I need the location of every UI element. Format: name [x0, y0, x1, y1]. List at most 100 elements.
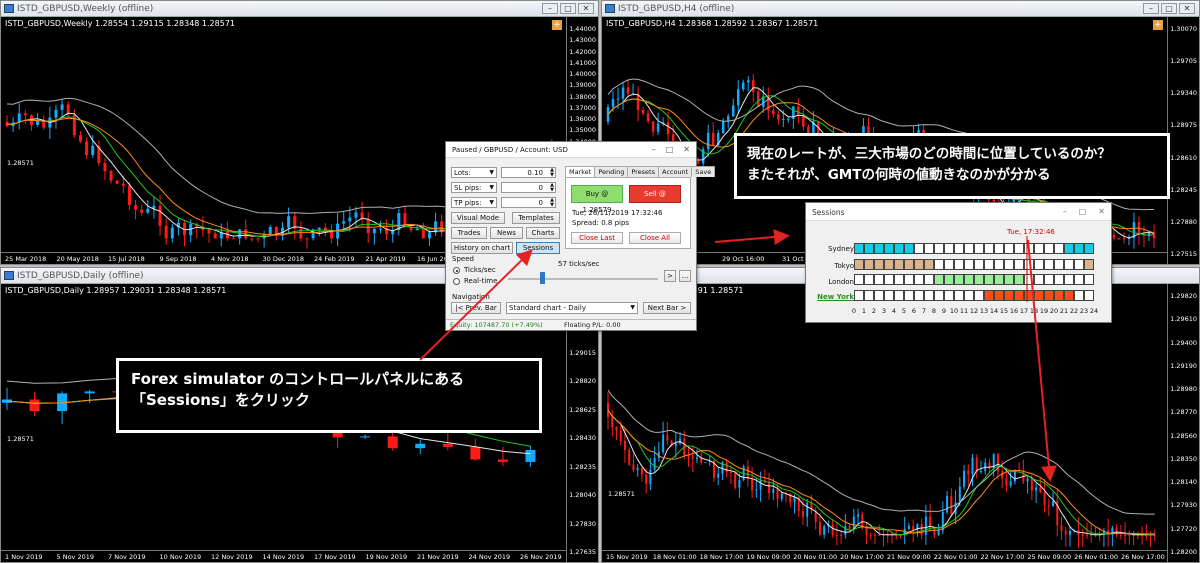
- weekly-chart-titlebar[interactable]: ISTD_GBPUSD,Weekly (offline) – ▢ ✕: [1, 1, 598, 17]
- session-cell: [1074, 274, 1084, 285]
- play-button[interactable]: >: [664, 270, 676, 282]
- maximize-button[interactable]: □: [1079, 207, 1087, 216]
- tp-pips-input[interactable]: 0 ▲ ▼: [501, 197, 556, 208]
- candle-body: [1081, 534, 1084, 536]
- ticks-per-sec-value: 57 ticks/sec: [558, 260, 600, 268]
- candle-body: [127, 185, 131, 206]
- simulator-control-panel[interactable]: Paused / GBPUSD / Account: USD – □ ✕ Lots:…: [445, 141, 716, 331]
- candle-body: [738, 480, 741, 488]
- session-cell: [854, 274, 864, 285]
- close-button[interactable]: ✕: [1179, 3, 1195, 14]
- add-icon[interactable]: +: [552, 20, 562, 30]
- h4-chart-titlebar[interactable]: ISTD_GBPUSD,H4 (offline) – ▢ ✕: [602, 1, 1199, 17]
- candle-body: [741, 82, 745, 90]
- sessions-button[interactable]: Sessions: [516, 242, 560, 254]
- session-cell: [1074, 258, 1084, 270]
- lots-input[interactable]: 0.10 ▲ ▼: [501, 167, 556, 178]
- price-tick: 1.27515: [1170, 250, 1197, 258]
- sessions-titlebar[interactable]: Sessions – □ ✕: [806, 203, 1111, 221]
- candle-body: [342, 221, 346, 224]
- maximize-button[interactable]: □: [666, 145, 674, 154]
- candle-body: [415, 228, 419, 231]
- minimize-button[interactable]: –: [1063, 207, 1067, 216]
- session-cell: [954, 274, 964, 285]
- maximize-button[interactable]: ▢: [1161, 3, 1177, 14]
- session-cell: [894, 274, 904, 285]
- realtime-radio[interactable]: [453, 278, 460, 285]
- tab-market[interactable]: Market: [565, 166, 596, 177]
- add-icon[interactable]: +: [1153, 20, 1163, 30]
- speed-slider-track[interactable]: [508, 278, 658, 280]
- candle-body: [721, 121, 725, 134]
- spinner-icon[interactable]: ▲ ▼: [550, 198, 554, 208]
- news-button[interactable]: News: [490, 227, 523, 239]
- session-cell: [944, 274, 954, 285]
- trades-button[interactable]: Trades: [451, 227, 487, 239]
- tp-pips-select[interactable]: TP pips: ▼: [451, 197, 497, 208]
- session-cell: [1024, 258, 1034, 270]
- market-tokyo: Tokyo: [834, 262, 854, 270]
- tab-pending[interactable]: Pending: [594, 166, 629, 177]
- date-tick: 26 Nov 01:00: [1074, 553, 1118, 561]
- sl-pips-select[interactable]: SL pips: ▼: [451, 182, 497, 193]
- date-tick: 19 Nov 09:00: [746, 553, 791, 561]
- chart-select[interactable]: Standard chart - Daily ▼: [506, 302, 638, 314]
- candle-body: [640, 467, 643, 475]
- candle-body: [729, 471, 732, 473]
- close-button[interactable]: ✕: [1098, 207, 1105, 216]
- charts-button[interactable]: Charts: [526, 227, 560, 239]
- sl-pips-input[interactable]: 0 ▲ ▼: [501, 182, 556, 193]
- spinner-icon[interactable]: ▲ ▼: [550, 168, 554, 178]
- tab-presets[interactable]: Presets: [627, 166, 659, 177]
- sell-button[interactable]: Sell @ 1.28571: [629, 185, 681, 214]
- buy-button[interactable]: Buy @ 1.28579: [571, 185, 623, 214]
- hour-label: 24: [1089, 307, 1099, 315]
- sessions-window[interactable]: Sessions – □ ✕ Tue, 17:32:46 Sydney Tokyo …: [805, 202, 1112, 323]
- sessions-current-time: Tue, 17:32:46: [1007, 228, 1055, 236]
- close-button[interactable]: ✕: [578, 3, 594, 14]
- session-cell: [1024, 243, 1034, 254]
- close-last-button[interactable]: Close Last: [571, 232, 623, 244]
- close-all-button[interactable]: Close All: [629, 232, 681, 244]
- session-cell: [1084, 258, 1094, 270]
- panel-titlebar[interactable]: Paused / GBPUSD / Account: USD – □ ✕: [446, 142, 696, 158]
- candle-body: [238, 229, 242, 239]
- more-button[interactable]: ...: [679, 270, 691, 282]
- market-new-york[interactable]: New York: [817, 293, 854, 301]
- hour-label: 3: [881, 307, 887, 315]
- daily-current-price: 1.28571: [7, 435, 34, 443]
- tab-save[interactable]: Save: [691, 166, 716, 177]
- candle-body: [971, 457, 974, 475]
- history-on-chart-button[interactable]: History on chart: [451, 242, 513, 254]
- session-cell: [874, 274, 884, 285]
- session-cell: [1004, 274, 1014, 285]
- hour-label: 5: [901, 307, 907, 315]
- session-cell: [874, 243, 884, 254]
- minimize-button[interactable]: –: [1143, 3, 1159, 14]
- visual-mode-button[interactable]: Visual Mode: [451, 212, 505, 224]
- minimize-button[interactable]: –: [652, 145, 656, 154]
- candle-body: [645, 474, 648, 484]
- speed-slider-thumb[interactable]: [540, 272, 545, 284]
- candle-body: [121, 183, 125, 186]
- candle-body: [848, 526, 851, 530]
- candle-body: [360, 436, 371, 438]
- spinner-icon[interactable]: ▲ ▼: [550, 183, 554, 193]
- candle-body: [1122, 238, 1126, 240]
- close-button[interactable]: ✕: [683, 145, 690, 154]
- maximize-button[interactable]: ▢: [560, 3, 576, 14]
- panel-status-bar: Equity: 107487.70 (+7.49%) Floating P/L:…: [446, 319, 696, 330]
- tab-account[interactable]: Account: [657, 166, 693, 177]
- next-bar-button[interactable]: Next Bar >: [643, 302, 691, 314]
- minimize-button[interactable]: –: [542, 3, 558, 14]
- templates-button[interactable]: Templates: [512, 212, 560, 224]
- candle-body: [946, 496, 949, 513]
- ticks-radio[interactable]: [453, 267, 460, 274]
- candle-body: [691, 456, 694, 459]
- lots-select[interactable]: Lots: ▼: [451, 167, 497, 178]
- session-cell: [924, 274, 934, 285]
- session-cell: [914, 274, 924, 285]
- prev-bar-button[interactable]: |< Prev. Bar: [451, 302, 501, 314]
- candle-body: [646, 113, 650, 122]
- price-tick: 1.28040: [569, 491, 596, 500]
